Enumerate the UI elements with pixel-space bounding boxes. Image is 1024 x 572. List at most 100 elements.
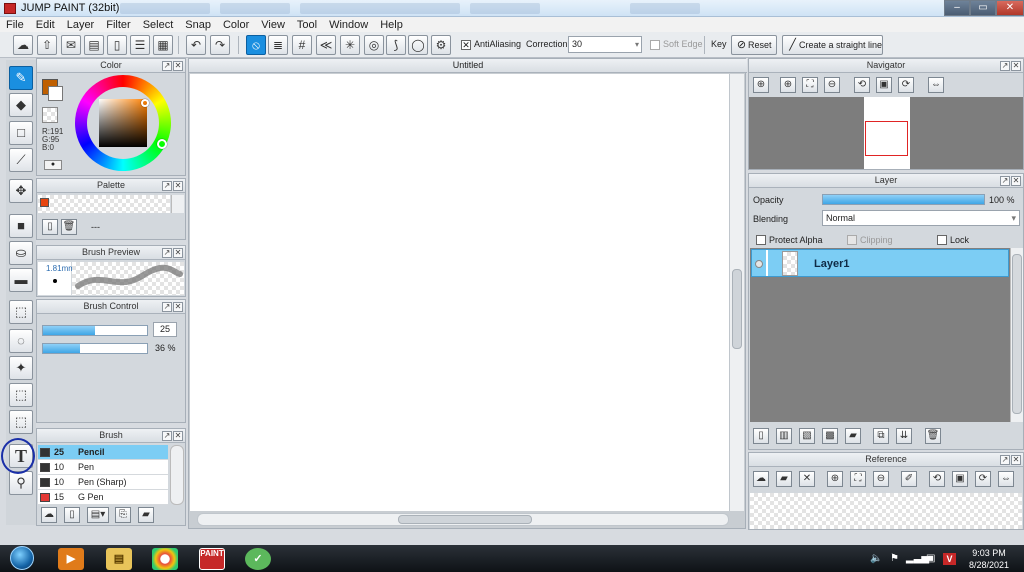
detach-icon[interactable]: ↗ (162, 61, 172, 71)
fit-screen-icon[interactable]: ⛶ (802, 77, 818, 93)
clock[interactable]: 9:03 PM 8/28/2021 (966, 547, 1012, 571)
rotate-right-icon[interactable]: ⟳ (898, 77, 914, 93)
folder-icon[interactable]: ▰ (138, 507, 154, 523)
saturation-square[interactable] (99, 99, 147, 147)
magic-wand-tool-icon[interactable]: ✦ (9, 356, 33, 380)
layer-row[interactable]: Layer1 (751, 249, 1009, 277)
correction-select[interactable]: 30 ▾ (568, 36, 642, 53)
flip-icon[interactable]: ⇔ (928, 77, 944, 93)
eyedropper-icon[interactable]: ✐ (901, 471, 917, 487)
new-halftone-layer-icon[interactable]: ▥ (776, 428, 792, 444)
close-icon[interactable]: ✕ (1011, 61, 1021, 71)
transparent-swatch[interactable] (42, 107, 58, 123)
close-icon[interactable]: ✕ (173, 302, 183, 312)
brush-list-scrollbar[interactable] (170, 445, 184, 505)
fit-screen-icon[interactable]: ⛶ (850, 471, 866, 487)
lock-checkbox[interactable] (937, 235, 947, 245)
brush-opacity-slider[interactable] (42, 343, 148, 354)
browser-icon[interactable] (152, 548, 178, 570)
palette-swatches[interactable] (38, 195, 170, 213)
reference-cloud-icon[interactable]: ☁ (753, 471, 769, 487)
menu-snap[interactable]: Snap (185, 19, 211, 31)
new-palette-icon[interactable]: ▯ (42, 219, 58, 235)
select-eraser-tool-icon[interactable]: ⬚ (9, 410, 33, 434)
duplicate-layer-icon[interactable]: ⧉ (873, 428, 889, 444)
rotate-left-icon[interactable]: ⟲ (929, 471, 945, 487)
detach-icon[interactable]: ↗ (1000, 455, 1010, 465)
visibility-eye-icon[interactable] (755, 260, 763, 268)
radial-icon[interactable]: ✳ (340, 35, 360, 55)
reset-button[interactable]: ⊘ Reset (731, 35, 777, 55)
menu-filter[interactable]: Filter (106, 19, 130, 31)
move-tool-icon[interactable]: ✥ (9, 179, 33, 203)
navigator-viewport[interactable] (865, 121, 908, 156)
detach-icon[interactable]: ↗ (1000, 61, 1010, 71)
redo-icon[interactable]: ↷ (210, 35, 230, 55)
bucket-tool-icon[interactable]: ⛀ (9, 241, 33, 265)
lasso-tool-icon[interactable]: ◌ (9, 329, 33, 353)
brush-list-item[interactable]: 25 Pencil (38, 445, 168, 460)
brush-tool-icon[interactable]: ✎ (9, 66, 33, 90)
trash-icon[interactable]: 🗑 (61, 219, 77, 235)
flag-icon[interactable]: ⚑ (890, 553, 899, 564)
minimize-button[interactable]: – (944, 0, 970, 16)
comment-icon[interactable]: ✉ (61, 35, 81, 55)
scroll-thumb[interactable] (1012, 254, 1022, 414)
detach-icon[interactable]: ↗ (162, 431, 172, 441)
hue-ring[interactable] (75, 75, 171, 171)
gradient-tool-icon[interactable]: ▬ (9, 268, 33, 292)
board-icon[interactable]: ▤ (84, 35, 104, 55)
drawing-canvas[interactable] (190, 74, 729, 511)
select-pen-tool-icon[interactable]: ⬚ (9, 383, 33, 407)
undo-icon[interactable]: ↶ (186, 35, 206, 55)
brush-size-value[interactable]: 25 (153, 322, 177, 337)
new-brush-icon[interactable]: ▯ (64, 507, 80, 523)
file-explorer-icon[interactable]: ▤ (106, 548, 132, 570)
palette-swatch[interactable] (40, 198, 49, 207)
brush-copy-icon[interactable]: ⎘ (115, 507, 131, 523)
detach-icon[interactable]: ↗ (162, 181, 172, 191)
brush-list-item[interactable]: 10 Pen (Sharp) (38, 475, 168, 490)
canvas-horizontal-scrollbar[interactable] (197, 513, 729, 526)
protect-alpha-checkbox[interactable] (756, 235, 766, 245)
brush-list-item[interactable]: 15 G Pen (38, 490, 168, 505)
layer-list-scrollbar[interactable] (1010, 248, 1023, 422)
navigator-preview[interactable] (749, 97, 1023, 169)
concentric-icon[interactable]: ◎ (364, 35, 384, 55)
menu-edit[interactable]: Edit (36, 19, 55, 31)
brush-list-item[interactable]: 10 Pen (38, 460, 168, 475)
close-icon[interactable]: ✕ (1011, 455, 1021, 465)
rect-select-tool-icon[interactable]: ⬚ (9, 300, 33, 324)
grid-icon[interactable]: # (292, 35, 312, 55)
close-icon[interactable]: ✕ (173, 61, 183, 71)
rotate-left-icon[interactable]: ⟲ (854, 77, 870, 93)
close-icon[interactable]: ✕ (1011, 176, 1021, 186)
reset-view-icon[interactable]: ▣ (952, 471, 968, 487)
sub-color-swatch[interactable] (48, 86, 63, 101)
menu-select[interactable]: Select (143, 19, 174, 31)
rotate-right-icon[interactable]: ⟳ (975, 471, 991, 487)
new-mono-layer-icon[interactable]: ▧ (799, 428, 815, 444)
palette-scrollbar[interactable] (171, 195, 184, 213)
new-layer-icon[interactable]: ▯ (753, 428, 769, 444)
ellipse-icon[interactable]: ◯ (408, 35, 428, 55)
rectangle-tool-icon[interactable]: □ (9, 121, 33, 145)
hue-cursor[interactable] (157, 139, 167, 149)
eyedropper-tool-icon[interactable]: ⚲ (9, 471, 33, 495)
share-icon[interactable]: ⇧ (37, 35, 57, 55)
app-icon[interactable]: ✓ (245, 548, 271, 570)
menu-file[interactable]: File (6, 19, 24, 31)
brush-menu-icon[interactable]: ▤▾ (87, 507, 109, 523)
snap-off-icon[interactable]: ⦸ (246, 35, 266, 55)
layout-icon[interactable]: ▦ (153, 35, 173, 55)
line-tool-icon[interactable]: ⟋ (9, 148, 33, 172)
menu-window[interactable]: Window (329, 19, 368, 31)
canvas-tab[interactable]: Untitled (189, 59, 747, 73)
eraser-tool-icon[interactable]: ◆ (9, 93, 33, 117)
document-icon[interactable]: ▯ (107, 35, 127, 55)
brush-cloud-icon[interactable]: ☁ (41, 507, 57, 523)
close-icon[interactable]: ✕ (173, 181, 183, 191)
cloud-icon[interactable]: ☁ (13, 35, 33, 55)
new-folder-icon[interactable]: ▰ (845, 428, 861, 444)
new-tone-layer-icon[interactable]: ▩ (822, 428, 838, 444)
